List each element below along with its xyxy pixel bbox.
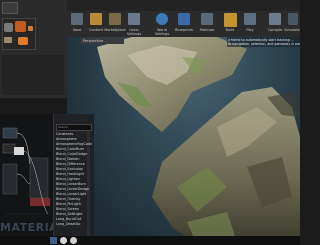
list-item[interactable]: Blend_ColorBurn [56,147,84,151]
list-item[interactable]: Long_DesatUp [56,222,80,226]
list-item[interactable]: Blend_ColorDodge [56,152,87,156]
list-item[interactable]: Atmosphere [56,137,77,141]
content-icon[interactable] [90,13,102,25]
play-mode-label: Play [246,28,254,32]
list-item[interactable]: Constants [56,132,73,136]
paint-mode-icon[interactable] [15,21,26,32]
list-item[interactable]: Blend_Difference [56,162,85,166]
main-toolbar: Save Content Marketplace Level Settings … [67,11,300,38]
level-viewport[interactable]: a frame to automatically start tracking … [67,37,300,245]
build-label: Build [225,28,235,32]
level-settings-label: Level Settings [126,28,142,36]
editor-tab[interactable] [2,2,18,14]
list-item[interactable]: Blend_SoftLight [56,212,83,216]
list-item[interactable]: Blend_Overlay [56,197,81,201]
viewport-notice-text: a frame to automatically start tracking … [228,38,300,46]
os-taskbar [0,236,300,245]
material-palette: Search Constants Atmosphere AtmosphericF… [53,114,94,245]
list-item[interactable]: Blend_Screen [56,207,79,211]
list-item[interactable]: Blend_LinearDodge [56,187,89,191]
blueprints-label: Blueprints [175,28,193,32]
viewport-notice: a frame to automatically start tracking … [227,37,300,47]
blueprints-icon[interactable] [178,13,190,25]
list-item[interactable]: Blend_LinearLight [56,192,86,196]
list-item[interactable]: AtmosphericFogColor [56,142,92,146]
level-settings-icon[interactable] [128,13,140,25]
left-panel-divider [0,98,67,114]
marketplace-icon[interactable] [109,13,121,25]
play-mode-icon[interactable] [244,13,256,25]
viewport-tab-label: Perspective [83,39,104,43]
left-editor-panel [0,0,67,98]
list-item[interactable]: Blend_PinLight [56,202,81,206]
geometry-mode-icon[interactable] [18,37,28,45]
world-settings-icon[interactable] [156,13,168,25]
place-mode-icon[interactable] [4,23,13,32]
list-item[interactable]: Blend_Exclusion [56,167,83,171]
palette-search-placeholder: Search [58,125,69,129]
taskbar-app-icon[interactable] [50,237,57,244]
world-settings-label: World Settings [154,28,170,36]
foliage-mode-icon[interactable] [4,37,12,43]
window-title-bar [67,0,300,11]
simulate-label: Simulate [284,28,300,32]
terrain-render [97,37,300,245]
viewport-perspective-tab[interactable]: Perspective [80,38,124,44]
simulate-icon[interactable] [288,13,298,25]
list-item[interactable]: Blend_LinearBurn [56,182,86,186]
list-item[interactable]: Blend_Darken [56,157,80,161]
modes-content-area [2,55,64,95]
matinee-label: Matinee [199,28,215,32]
matinee-icon[interactable] [201,13,213,25]
list-item[interactable]: Blend_HardLight [56,172,84,176]
unreal-engine-icon[interactable] [60,237,67,244]
palette-scrollbar[interactable] [87,131,90,239]
unreal-editor-icon[interactable] [70,237,77,244]
palette-search-input[interactable]: Search [56,124,92,131]
save-icon[interactable] [71,13,83,25]
material-watermark: MATERIAL [0,221,53,234]
build-icon[interactable] [224,13,237,27]
landscape-mode-icon[interactable] [28,26,33,31]
list-item[interactable]: Long_BurntOut [56,217,81,221]
material-graph-canvas[interactable]: MATERIAL [0,114,53,245]
list-item[interactable]: Blend_Lighten [56,177,80,181]
compile-icon[interactable] [269,13,281,25]
